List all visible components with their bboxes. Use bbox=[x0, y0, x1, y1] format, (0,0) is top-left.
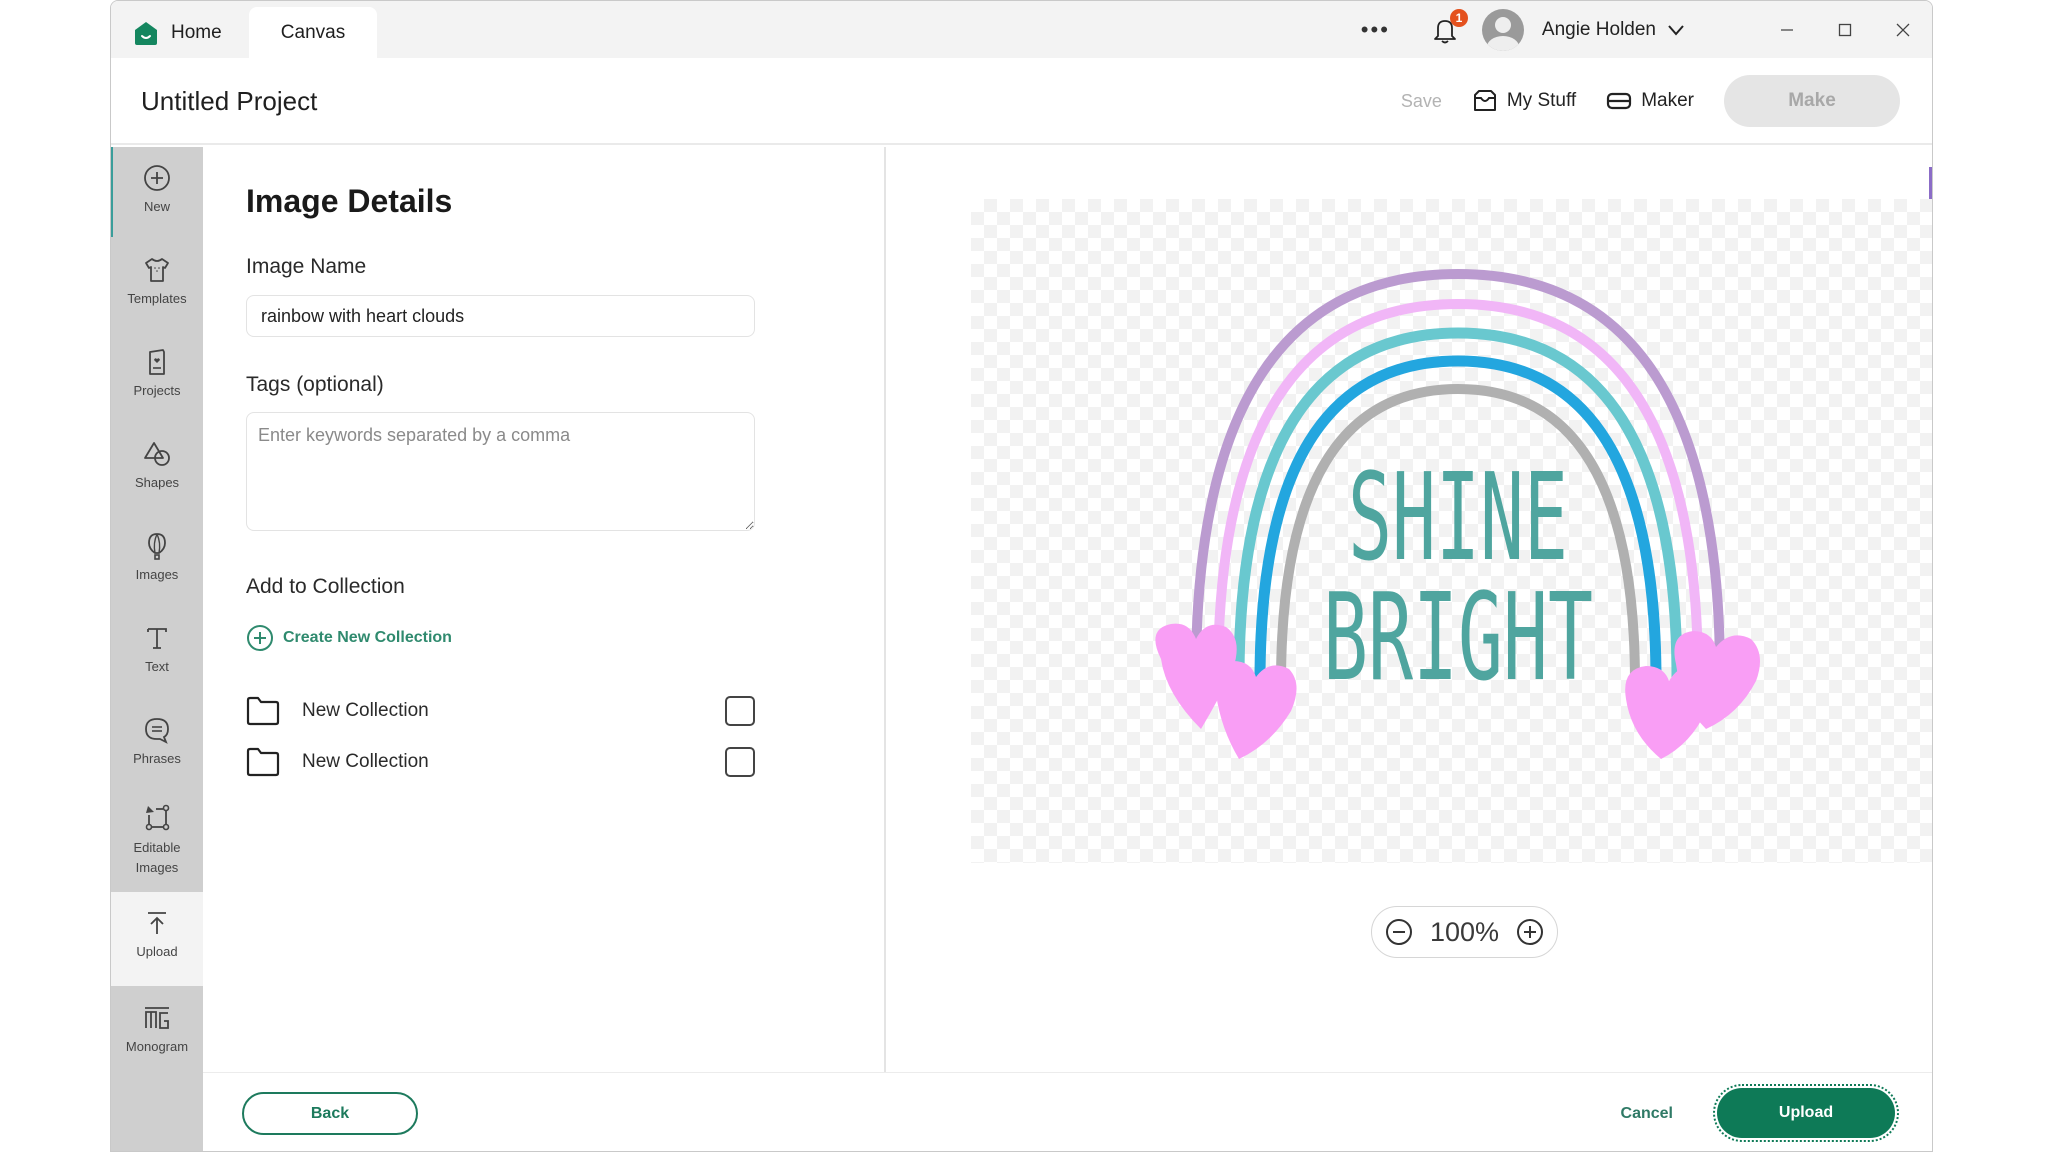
card-icon bbox=[149, 349, 165, 375]
sidebar-item-upload[interactable]: Upload bbox=[111, 892, 203, 986]
close-button[interactable] bbox=[1874, 1, 1932, 58]
tab-canvas[interactable]: Canvas bbox=[249, 7, 377, 58]
create-new-collection-button[interactable]: Create New Collection bbox=[246, 624, 452, 652]
zoom-in-icon[interactable] bbox=[1515, 917, 1545, 947]
collection-checkbox[interactable] bbox=[725, 696, 755, 726]
my-stuff-button[interactable]: My Stuff bbox=[1472, 89, 1576, 113]
editable-image-icon bbox=[145, 804, 170, 831]
heart-shape bbox=[1214, 661, 1297, 759]
sidebar-item-label: Shapes bbox=[134, 475, 180, 490]
minimize-button[interactable] bbox=[1758, 1, 1816, 58]
upload-button[interactable]: Upload bbox=[1713, 1084, 1899, 1142]
footer-bar: Back Cancel Upload bbox=[203, 1072, 1932, 1151]
collection-row[interactable]: New Collection bbox=[246, 742, 755, 782]
zoom-out-icon[interactable] bbox=[1384, 917, 1414, 947]
title-bar: Home Canvas ••• 1 Angie Holden bbox=[111, 1, 1932, 58]
plus-circle-icon bbox=[247, 625, 273, 651]
zoom-level: 100% bbox=[1429, 916, 1500, 947]
sidebar-item-label: Projects bbox=[133, 383, 181, 398]
upload-icon bbox=[148, 912, 166, 934]
folder-icon bbox=[246, 747, 280, 777]
sidebar-item-label: Editable Images bbox=[133, 840, 181, 875]
image-name-label: Image Name bbox=[246, 255, 367, 278]
zoom-control: 100% bbox=[1371, 906, 1558, 958]
add-to-collection-label: Add to Collection bbox=[246, 575, 405, 598]
sidebar-item-label: New bbox=[143, 199, 170, 214]
sidebar-item-templates[interactable]: Templates bbox=[111, 255, 203, 335]
sidebar-item-label: Monogram bbox=[125, 1039, 189, 1054]
maker-label: Maker bbox=[1641, 90, 1694, 111]
more-horizontal-icon[interactable]: ••• bbox=[1361, 18, 1390, 41]
close-icon bbox=[1896, 23, 1910, 36]
panel-title: Image Details bbox=[246, 183, 453, 219]
project-header: Untitled Project Save My Stuff Maker Mak… bbox=[111, 58, 1932, 145]
maximize-button[interactable] bbox=[1816, 1, 1874, 58]
create-new-collection-label: Create New Collection bbox=[283, 629, 452, 646]
plus-circle-icon bbox=[144, 165, 170, 191]
collection-checkbox[interactable] bbox=[725, 747, 755, 777]
image-name-input[interactable] bbox=[246, 295, 755, 337]
app-window: Home Canvas ••• 1 Angie Holden Untitled … bbox=[110, 0, 1933, 1152]
sidebar-item-phrases[interactable]: Phrases bbox=[111, 715, 203, 795]
left-sidebar: New Templates Projects Shapes Images Tex… bbox=[111, 147, 203, 1151]
user-name[interactable]: Angie Holden bbox=[1542, 19, 1656, 41]
sidebar-item-shapes[interactable]: Shapes bbox=[111, 439, 203, 519]
collection-name: New Collection bbox=[302, 700, 429, 721]
cancel-button[interactable]: Cancel bbox=[1621, 1092, 1673, 1135]
inbox-icon bbox=[1473, 90, 1496, 111]
maximize-icon bbox=[1838, 23, 1852, 36]
avatar-placeholder-icon bbox=[1494, 16, 1511, 33]
shapes-icon bbox=[144, 442, 170, 466]
image-text-line1: SHINE bbox=[1348, 449, 1568, 588]
sidebar-item-label: Text bbox=[145, 659, 169, 674]
collection-row[interactable]: New Collection bbox=[246, 691, 755, 731]
uploaded-image-preview: SHINE BRIGHT bbox=[971, 199, 1932, 863]
sidebar-item-label: Templates bbox=[127, 291, 187, 306]
canvas-preview-area: SHINE BRIGHT 100% bbox=[888, 147, 1932, 1072]
header-actions: Save My Stuff Maker Make bbox=[1401, 75, 1900, 127]
chevron-down-icon[interactable] bbox=[1666, 20, 1686, 40]
avatar[interactable] bbox=[1481, 8, 1524, 51]
sidebar-item-text[interactable]: Text bbox=[111, 623, 203, 703]
project-title[interactable]: Untitled Project bbox=[141, 86, 317, 117]
title-bar-actions: ••• 1 Angie Holden bbox=[1361, 1, 1932, 58]
folder-icon bbox=[246, 696, 280, 726]
sidebar-item-editable-images[interactable]: Editable Images bbox=[111, 802, 203, 902]
sidebar-item-label: Upload bbox=[136, 944, 178, 959]
sidebar-item-monogram[interactable]: Monogram bbox=[111, 1003, 203, 1083]
minimize-icon bbox=[1781, 28, 1793, 31]
tags-input[interactable] bbox=[246, 412, 755, 531]
image-text-line2: BRIGHT bbox=[1323, 569, 1593, 708]
sidebar-item-label: Images bbox=[135, 567, 179, 582]
tags-label: Tags (optional) bbox=[246, 373, 384, 396]
sidebar-item-projects[interactable]: Projects bbox=[111, 347, 203, 427]
sidebar-item-images[interactable]: Images bbox=[111, 531, 203, 611]
sidebar-item-new[interactable]: New bbox=[111, 163, 203, 243]
image-details-panel: Image Details Image Name Tags (optional)… bbox=[203, 147, 886, 1072]
tshirt-icon bbox=[145, 258, 169, 282]
monogram-icon bbox=[145, 1007, 169, 1029]
back-button[interactable]: Back bbox=[242, 1092, 418, 1135]
balloon-icon bbox=[148, 533, 166, 560]
text-icon bbox=[147, 628, 167, 649]
make-button[interactable]: Make bbox=[1724, 75, 1900, 127]
collection-name: New Collection bbox=[302, 751, 429, 772]
speech-bubble-icon bbox=[145, 718, 169, 744]
sidebar-item-label: Phrases bbox=[133, 751, 181, 766]
maker-button[interactable]: Maker bbox=[1606, 90, 1694, 112]
notifications-button[interactable]: 1 bbox=[1430, 8, 1468, 45]
save-button[interactable]: Save bbox=[1401, 91, 1442, 112]
tab-canvas-label: Canvas bbox=[280, 21, 346, 43]
notification-badge: 1 bbox=[1449, 8, 1468, 27]
my-stuff-label: My Stuff bbox=[1506, 90, 1577, 111]
tab-home-label: Home bbox=[171, 21, 222, 43]
tab-home[interactable]: Home bbox=[133, 7, 222, 58]
home-logo-icon bbox=[135, 21, 157, 45]
cutting-machine-icon bbox=[1607, 92, 1632, 110]
rainbow-image: SHINE BRIGHT bbox=[1155, 268, 1760, 759]
